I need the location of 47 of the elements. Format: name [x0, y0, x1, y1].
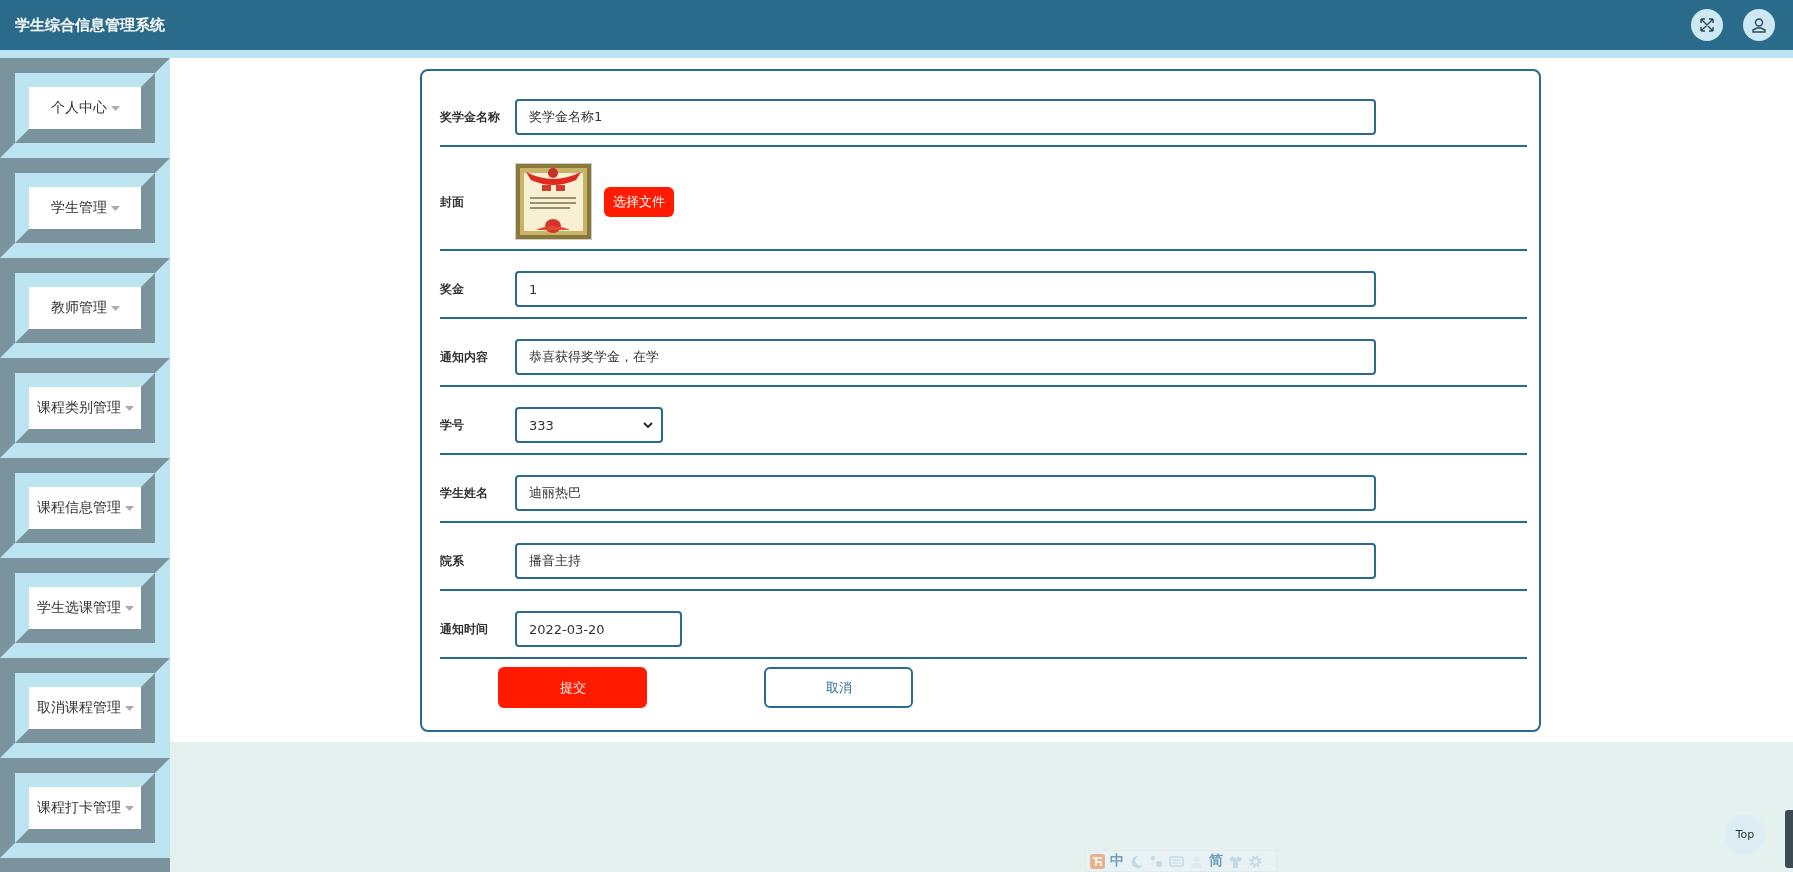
menu-item[interactable]: 学生管理	[29, 187, 141, 229]
field-label: 院系	[440, 552, 465, 570]
field-label: 通知内容	[440, 348, 489, 366]
caret-icon	[124, 805, 134, 811]
field-label: 奖金	[440, 280, 465, 298]
chevron-down-icon	[643, 422, 653, 428]
field-label: 学号	[440, 416, 465, 434]
menu-item[interactable]: 取消课程管理	[29, 687, 141, 729]
caret-icon	[124, 705, 134, 711]
shirt-icon[interactable]	[1228, 853, 1243, 869]
field-label: 通知时间	[440, 620, 489, 638]
caret-icon	[124, 605, 134, 611]
text-field[interactable]: 迪丽热巴	[515, 475, 1376, 511]
menu-item[interactable]: 学生选课管理	[29, 587, 141, 629]
field-label: 学生姓名	[440, 484, 489, 502]
caret-icon	[110, 105, 120, 111]
expand-icon	[1699, 17, 1715, 33]
side-handle[interactable]	[1785, 810, 1793, 868]
user-button[interactable]	[1743, 9, 1775, 41]
dots-icon[interactable]	[1149, 853, 1164, 869]
text-field[interactable]: 奖学金名称1	[515, 99, 1376, 135]
caret-icon	[110, 305, 120, 311]
menu-item[interactable]: 教师管理	[29, 287, 141, 329]
field-label: 封面	[440, 194, 465, 211]
cancel-button[interactable]: 取消	[764, 667, 913, 708]
menu-item[interactable]: 课程打卡管理	[29, 787, 141, 829]
text-field[interactable]: 播音主持	[515, 543, 1376, 579]
app-title: 学生综合信息管理系统	[15, 15, 166, 35]
caret-icon	[124, 505, 134, 511]
keyboard-icon[interactable]	[1169, 853, 1184, 869]
choose-file-button[interactable]: 选择文件	[604, 186, 674, 217]
submit-button[interactable]: 提交	[498, 667, 647, 708]
date-field[interactable]: 2022-03-20	[515, 611, 682, 647]
caret-icon	[124, 405, 134, 411]
menu-item[interactable]: 个人中心	[29, 87, 141, 129]
text-field[interactable]: 1	[515, 271, 1376, 307]
caret-icon	[110, 205, 120, 211]
settings-icon[interactable]	[1248, 853, 1263, 869]
select-field[interactable]: 333	[515, 407, 663, 443]
moon-icon[interactable]	[1129, 853, 1144, 869]
menu-item[interactable]: 课程类别管理	[29, 387, 141, 429]
text-field[interactable]: 恭喜获得奖学金，在学	[515, 339, 1376, 375]
menu-item[interactable]: 课程信息管理	[29, 487, 141, 529]
fullscreen-button[interactable]	[1691, 9, 1723, 41]
ime-logo-icon[interactable]	[1090, 853, 1105, 869]
field-label: 奖学金名称	[440, 108, 501, 126]
user-icon	[1751, 17, 1767, 33]
